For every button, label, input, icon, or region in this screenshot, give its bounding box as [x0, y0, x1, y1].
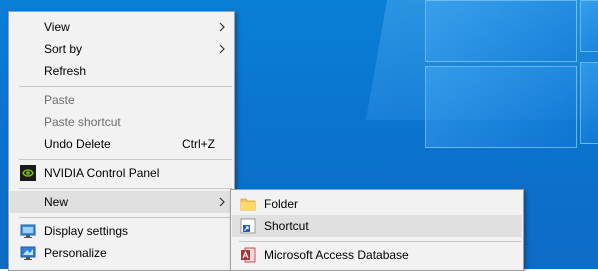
menu-item-undo-delete[interactable]: Undo Delete Ctrl+Z: [10, 133, 233, 155]
menu-item-sort-by[interactable]: Sort by: [10, 38, 233, 60]
menu-item-new[interactable]: New: [10, 191, 233, 213]
menu-item-label: Paste shortcut: [44, 115, 121, 129]
submenu-item-microsoft-access-database[interactable]: Microsoft Access Database: [232, 244, 522, 266]
menu-item-label: Microsoft Access Database: [264, 248, 409, 262]
menu-separator: [19, 159, 232, 160]
nvidia-icon: [20, 165, 36, 181]
menu-item-view[interactable]: View: [10, 16, 233, 38]
menu-item-nvidia-control-panel[interactable]: NVIDIA Control Panel: [10, 162, 233, 184]
access-icon: [241, 247, 256, 263]
menu-item-display-settings[interactable]: Display settings: [10, 220, 233, 242]
chevron-right-icon: [219, 44, 225, 54]
menu-item-label: View: [44, 20, 70, 34]
submenu-item-folder[interactable]: Folder: [232, 193, 522, 215]
submenu-item-shortcut[interactable]: Shortcut: [232, 215, 522, 237]
menu-item-paste-shortcut[interactable]: Paste shortcut: [10, 111, 233, 133]
menu-item-label: Folder: [264, 197, 299, 211]
new-submenu: Folder Shortcut Microsoft Access Databas…: [230, 189, 524, 271]
menu-item-label: New: [44, 195, 69, 209]
menu-item-refresh[interactable]: Refresh: [10, 60, 233, 82]
shortcut-icon: [240, 218, 256, 234]
display-icon: [20, 224, 36, 238]
menu-separator: [19, 86, 232, 87]
chevron-right-icon: [219, 197, 225, 207]
folder-icon: [240, 198, 256, 211]
menu-item-label: Sort by: [44, 42, 83, 56]
menu-item-label: Display settings: [44, 224, 129, 238]
wallpaper-logo-pane-bottom-left: [425, 66, 577, 148]
menu-item-label: Refresh: [44, 64, 87, 78]
chevron-right-icon: [219, 22, 225, 32]
shortcut-hint: Ctrl+Z: [182, 137, 215, 151]
menu-item-label: Shortcut: [264, 219, 309, 233]
menu-item-label: Undo Delete: [44, 137, 111, 151]
personalize-icon: [20, 246, 36, 260]
menu-item-label: Paste: [44, 93, 75, 107]
desktop-context-menu: View Sort by Refresh Paste Paste shortcu…: [8, 11, 235, 271]
menu-item-label: NVIDIA Control Panel: [44, 166, 160, 180]
menu-item-paste[interactable]: Paste: [10, 89, 233, 111]
menu-separator: [19, 188, 232, 189]
wallpaper-logo-pane-bottom-right: [580, 62, 598, 144]
menu-separator: [19, 217, 232, 218]
wallpaper-logo-pane-top-left: [425, 0, 577, 62]
menu-separator: [239, 241, 521, 242]
menu-item-label: Personalize: [44, 246, 107, 260]
wallpaper-logo-pane-top-right: [580, 0, 598, 52]
menu-item-personalize[interactable]: Personalize: [10, 242, 233, 264]
